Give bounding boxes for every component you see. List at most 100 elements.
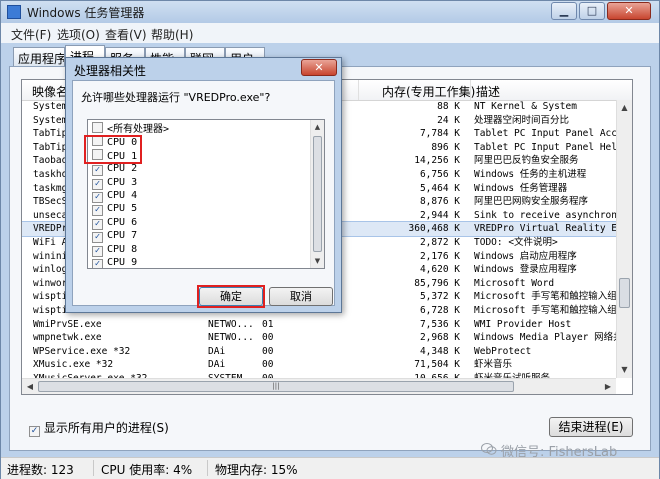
cpu-highlight-box [84,135,142,164]
process-memory: 85,796 K [414,277,460,289]
table-row[interactable]: XMusic.exe *32 DAi 00 71,504 K 虾米音乐 [22,358,616,372]
process-description: Microsoft 手写笔和触控输入组 [474,291,617,303]
menu-help[interactable]: 帮助(H) [151,26,193,43]
cpu-checkbox[interactable]: ✓ [92,259,103,268]
process-memory: 8,876 K [419,196,460,208]
process-cpu: 00 [262,345,274,357]
cpu-label: CPU 8 [107,243,138,255]
tab-applications[interactable]: 应用程序 [13,47,65,67]
column-memory[interactable]: 内存(专用工作集) [382,83,475,100]
status-cpu-usage: CPU 使用率: 4% [101,463,193,477]
menu-options[interactable]: 选项(O) [57,26,100,43]
process-user: DAi [208,359,226,371]
show-all-users-checkbox[interactable]: ✓ [29,426,40,437]
process-description: Tablet PC Input Panel Helper [474,141,619,153]
menu-view[interactable]: 查看(V) [105,26,147,43]
process-user: NETWO... [208,318,254,330]
process-user: DAi [208,345,226,357]
show-all-users-option[interactable]: ✓ 显示所有用户的进程(S) [29,419,169,437]
process-description: Windows 任务管理器 [474,182,568,194]
process-description: Windows Media Player 网络共享 [474,332,619,344]
column-description[interactable]: 描述 [476,83,500,100]
cpu-checkbox[interactable]: ✓ [92,165,103,177]
process-memory: 5,372 K [419,291,460,303]
cpu-item[interactable]: ✓ CPU 4 [92,189,138,203]
status-bar: 进程数: 123 CPU 使用率: 4% 物理内存: 15% [1,457,659,479]
cpu-checkbox[interactable]: ✓ [92,192,103,203]
cpu-item[interactable]: ✓ CPU 8 [92,243,138,257]
process-description: Sink to receive asynchronous [474,209,619,221]
process-memory: 4,620 K [419,264,460,276]
scroll-left-icon[interactable]: ◀ [22,379,38,394]
process-description: 阿里巴巴网购安全服务程序 [474,196,589,208]
process-description: VREDPro Virtual Reality Edit [474,223,619,235]
cpu-checkbox[interactable]: ✓ [92,232,103,244]
process-memory: 6,728 K [419,305,460,316]
status-memory-usage: 物理内存: 15% [215,463,298,477]
process-description: Windows 任务的主机进程 [474,169,587,180]
process-description: Tablet PC Input Panel Access [474,128,619,140]
cpu-item[interactable]: <所有处理器> [92,122,169,135]
process-cpu: 01 [262,318,274,330]
ok-highlight-box [197,285,265,308]
process-name: XMusic.exe *32 [33,359,114,371]
cpu-checkbox[interactable]: ✓ [92,245,103,257]
process-list-vertical-scrollbar[interactable]: ▲ ▼ [616,100,632,378]
cpu-item[interactable]: ✓ CPU 5 [92,202,137,217]
cancel-button[interactable]: 取消 [269,287,333,306]
vertical-scroll-thumb[interactable] [619,278,630,308]
end-process-button[interactable]: 结束进程(E) [549,417,633,437]
close-button[interactable]: ✕ [607,2,651,20]
cpu-scroll-thumb[interactable] [313,136,322,252]
process-memory: 2,944 K [419,209,460,221]
horizontal-scroll-thumb[interactable]: ||| [38,381,514,392]
process-memory: 6,756 K [419,169,460,180]
cpu-label: <所有处理器> [107,124,170,135]
cpu-item[interactable]: ✓ CPU 2 [92,162,137,177]
process-memory: 88 K [437,101,460,112]
processor-affinity-dialog: 处理器相关性 ✕ 允许哪些处理器运行 "VREDPro.exe"? <所有处理器… [65,57,342,313]
table-row[interactable]: wmpnetwk.exe NETWO... 00 2,968 K Windows Med… [22,331,619,345]
process-memory: 7,784 K [419,128,460,140]
cpu-scroll-down-icon[interactable]: ▼ [311,254,324,268]
cpu-item[interactable]: ✓ CPU 3 [92,176,137,190]
process-memory: 360,468 K [408,223,460,235]
process-description: NT Kernel & System [474,101,577,112]
process-list-horizontal-scrollbar[interactable]: ◀ ||| ▶ [22,378,616,394]
minimize-button[interactable]: ▁ [551,2,577,20]
process-memory: 7,536 K [419,318,460,330]
process-description: Windows 启动应用程序 [474,250,577,262]
cpu-checkbox[interactable]: ✓ [92,205,103,217]
cpu-label: CPU 7 [107,230,138,242]
cpu-scroll-up-icon[interactable]: ▲ [311,120,324,134]
cpu-checkbox[interactable]: ✓ [92,178,103,190]
cpu-checkbox[interactable]: ✓ [92,218,103,230]
cpu-item[interactable]: ✓ CPU 6 [92,216,137,230]
table-row[interactable]: WPService.exe *32 DAi 00 4,348 K WebProtect [22,345,616,359]
process-description: Microsoft 手写笔和触控输入组 [474,305,617,316]
maximize-button[interactable]: □ [579,2,605,20]
process-description: 处理器空闲时间百分比 [474,114,570,126]
scroll-down-icon[interactable]: ▼ [617,362,632,378]
cpu-checkbox[interactable] [92,122,103,133]
process-name: WPService.exe *32 [33,345,131,357]
title-bar: Windows 任务管理器 ▁ □ ✕ [1,1,659,23]
process-memory: 2,176 K [419,250,460,262]
wechat-icon [481,443,497,455]
cpu-item[interactable]: ✓ CPU 7 [92,229,138,244]
cpu-item[interactable]: ✓ CPU 9 [92,256,137,268]
process-description: WMI Provider Host [474,318,572,330]
cpu-list-scrollbar[interactable]: ▲ ▼ [310,120,324,268]
dialog-close-button[interactable]: ✕ [301,59,337,76]
scroll-up-icon[interactable]: ▲ [617,100,632,116]
process-memory: 14,256 K [414,155,460,167]
cpu-label: CPU 4 [107,190,138,201]
menu-file[interactable]: 文件(F) [11,26,51,43]
process-description: 虾米音乐 [474,359,513,371]
process-memory: 24 K [437,114,460,126]
process-description: Microsoft Word [474,277,555,289]
table-row[interactable]: WmiPrvSE.exe NETWO... 01 7,536 K WMI Provide… [22,318,616,332]
scroll-right-icon[interactable]: ▶ [600,379,616,394]
process-memory: 896 K [431,141,460,153]
dialog-body: 允许哪些处理器运行 "VREDPro.exe"? <所有处理器> CPU 0 CPU… [72,80,335,308]
